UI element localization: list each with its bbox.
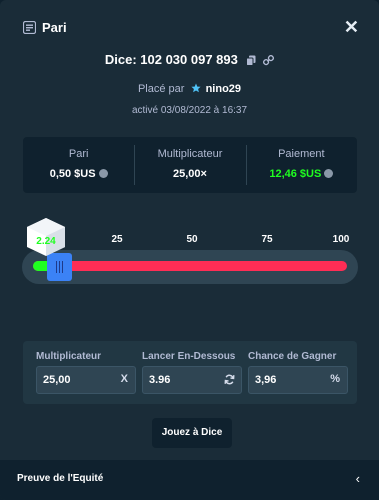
play-dice-button[interactable]: Jouez à Dice xyxy=(152,418,232,448)
win-chance-input-value: 3,96 xyxy=(255,374,277,386)
stat-bet-value-row: 0,50 $US xyxy=(23,168,134,180)
copy-icon[interactable] xyxy=(245,55,256,67)
swap-icon[interactable] xyxy=(224,374,235,385)
multiplier-input[interactable]: 25,00 X xyxy=(36,366,136,394)
roll-under-input-label: Lancer En-Dessous xyxy=(142,351,236,362)
bet-id: Dice: 102 030 097 893 xyxy=(104,52,238,67)
bet-modal: Pari ✕ Dice: 102 030 097 893 Placé par n… xyxy=(0,0,379,500)
close-icon[interactable]: ✕ xyxy=(344,17,359,37)
modal-title: Pari xyxy=(42,20,67,35)
stat-bet-value: 0,50 $US xyxy=(49,168,96,180)
win-chance-input-label: Chance de Gagner xyxy=(248,351,337,362)
fairness-footer[interactable]: Preuve de l'Equité ‹ xyxy=(0,460,379,500)
percent-suffix: % xyxy=(330,373,340,385)
tick-label: 100 xyxy=(332,234,350,245)
modal-header: Pari ✕ xyxy=(0,0,379,54)
link-icon[interactable] xyxy=(263,55,275,66)
tick-label: 50 xyxy=(186,234,198,245)
stat-bet: Pari 0,50 $US xyxy=(23,137,134,193)
stat-payout-value: 12,46 $US xyxy=(269,168,322,180)
slider-thumb[interactable] xyxy=(47,253,72,281)
grip-line xyxy=(56,261,57,273)
currency-icon xyxy=(324,169,334,178)
bet-slip-icon xyxy=(23,21,36,34)
stat-multiplier-label: Multiplicateur xyxy=(157,148,223,160)
win-chance-input[interactable]: 3,96 % xyxy=(248,366,348,394)
placed-by-label: Placé par xyxy=(137,83,185,95)
slider-track[interactable] xyxy=(33,261,347,271)
fairness-label: Preuve de l'Equité xyxy=(17,473,104,484)
currency-icon xyxy=(98,169,108,178)
multiplier-suffix: X xyxy=(120,373,128,385)
stat-payout: Paiement 12,46 $US xyxy=(245,137,357,193)
tick-label: 25 xyxy=(111,234,123,245)
stat-multiplier-value: 25,00× xyxy=(173,168,207,180)
username[interactable]: nino29 xyxy=(206,83,241,95)
vip-star-icon xyxy=(190,83,201,93)
roll-under-input[interactable]: 3.96 xyxy=(142,366,242,394)
roll-under-input-value: 3.96 xyxy=(149,374,171,386)
chevron-left-icon[interactable]: ‹ xyxy=(356,471,360,486)
stat-multiplier: Multiplicateur 25,00× xyxy=(134,137,245,193)
stat-payout-label: Paiement xyxy=(278,148,325,160)
bet-stats-panel: Pari 0,50 $US Multiplicateur 25,00× Paie… xyxy=(23,137,357,193)
multiplier-input-value: 25,00 xyxy=(43,374,71,386)
placed-by-row: Placé par nino29 xyxy=(0,83,379,95)
tick-label: 75 xyxy=(261,234,273,245)
stat-payout-value-row: 12,46 $US xyxy=(246,168,357,180)
grip-line xyxy=(59,261,60,273)
stat-bet-label: Pari xyxy=(68,148,89,160)
activated-date: activé 03/08/2022 à 16:37 xyxy=(131,105,248,116)
bet-id-row: Dice: 102 030 097 893 xyxy=(0,52,379,67)
dice-result-badge: 2.24 xyxy=(24,217,68,257)
grip-line xyxy=(62,261,63,273)
dice-result-value: 2.24 xyxy=(36,236,56,247)
multiplier-input-label: Multiplicateur xyxy=(36,351,102,362)
